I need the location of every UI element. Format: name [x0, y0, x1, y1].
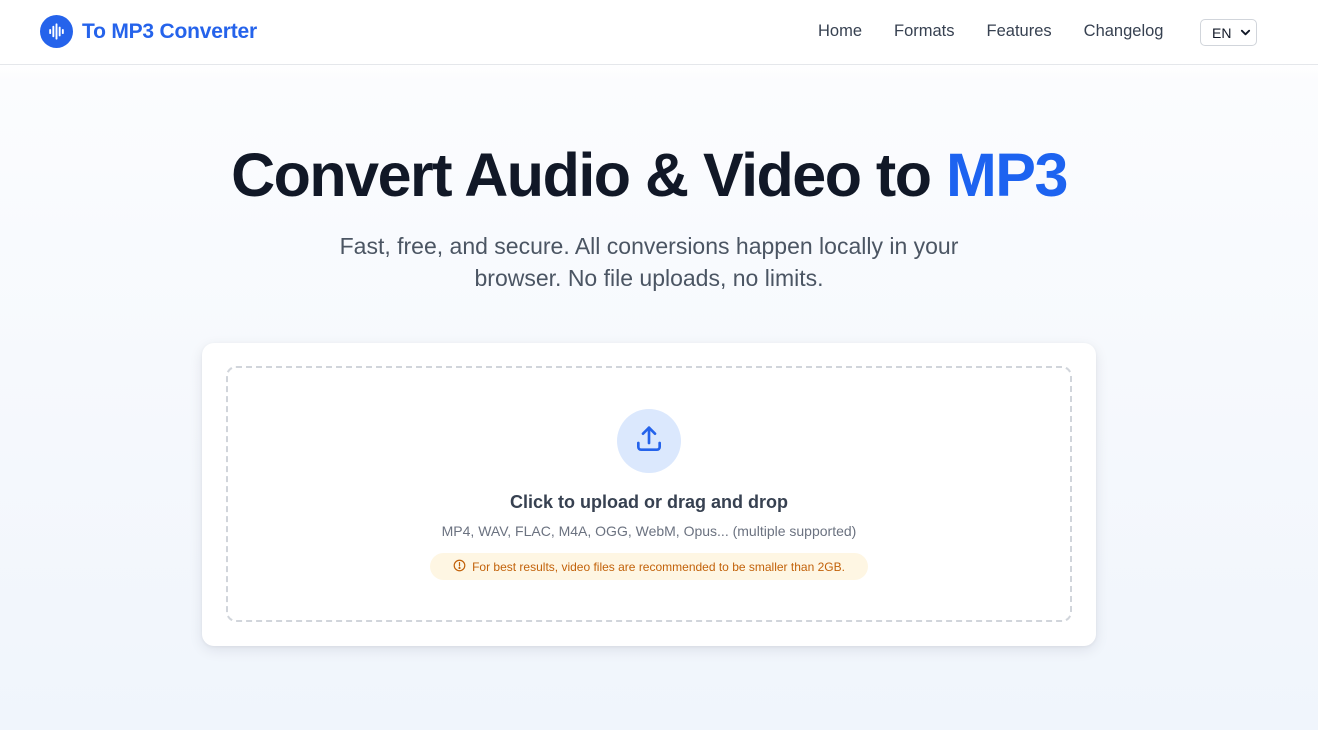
chevron-down-icon: [1240, 25, 1251, 41]
language-value: EN: [1212, 24, 1232, 41]
nav-link-home[interactable]: Home: [818, 22, 862, 41]
nav-link-changelog[interactable]: Changelog: [1084, 22, 1164, 41]
warning-text: For best results, video files are recomm…: [472, 559, 845, 574]
hero-title: Convert Audio & Video to MP3: [0, 140, 1298, 210]
language-select[interactable]: EN: [1200, 19, 1257, 46]
logo[interactable]: To MP3 Converter: [40, 15, 257, 48]
file-size-warning: For best results, video files are recomm…: [430, 553, 868, 580]
upload-formats: MP4, WAV, FLAC, M4A, OGG, WebM, Opus... …: [441, 523, 857, 539]
upload-card: Click to upload or drag and drop MP4, WA…: [202, 343, 1096, 646]
upload-icon-circle: [617, 409, 681, 473]
audio-waveform-icon: [40, 15, 73, 48]
main-nav: Home Formats Features Changelog: [818, 22, 1195, 41]
hero-subtitle: Fast, free, and secure. All conversions …: [339, 233, 959, 291]
nav-link-features[interactable]: Features: [987, 22, 1052, 41]
hero-title-main: Convert Audio & Video to: [231, 141, 932, 209]
hero-title-accent: MP3: [945, 141, 1068, 209]
nav-link-formats[interactable]: Formats: [894, 22, 955, 41]
site-header: To MP3 Converter Home Formats Features C…: [0, 0, 1318, 65]
logo-text: To MP3 Converter: [82, 19, 257, 43]
upload-dropzone[interactable]: Click to upload or drag and drop MP4, WA…: [226, 366, 1072, 622]
upload-title: Click to upload or drag and drop: [509, 492, 788, 512]
upload-icon: [633, 423, 665, 460]
info-circle-icon: [453, 559, 466, 575]
